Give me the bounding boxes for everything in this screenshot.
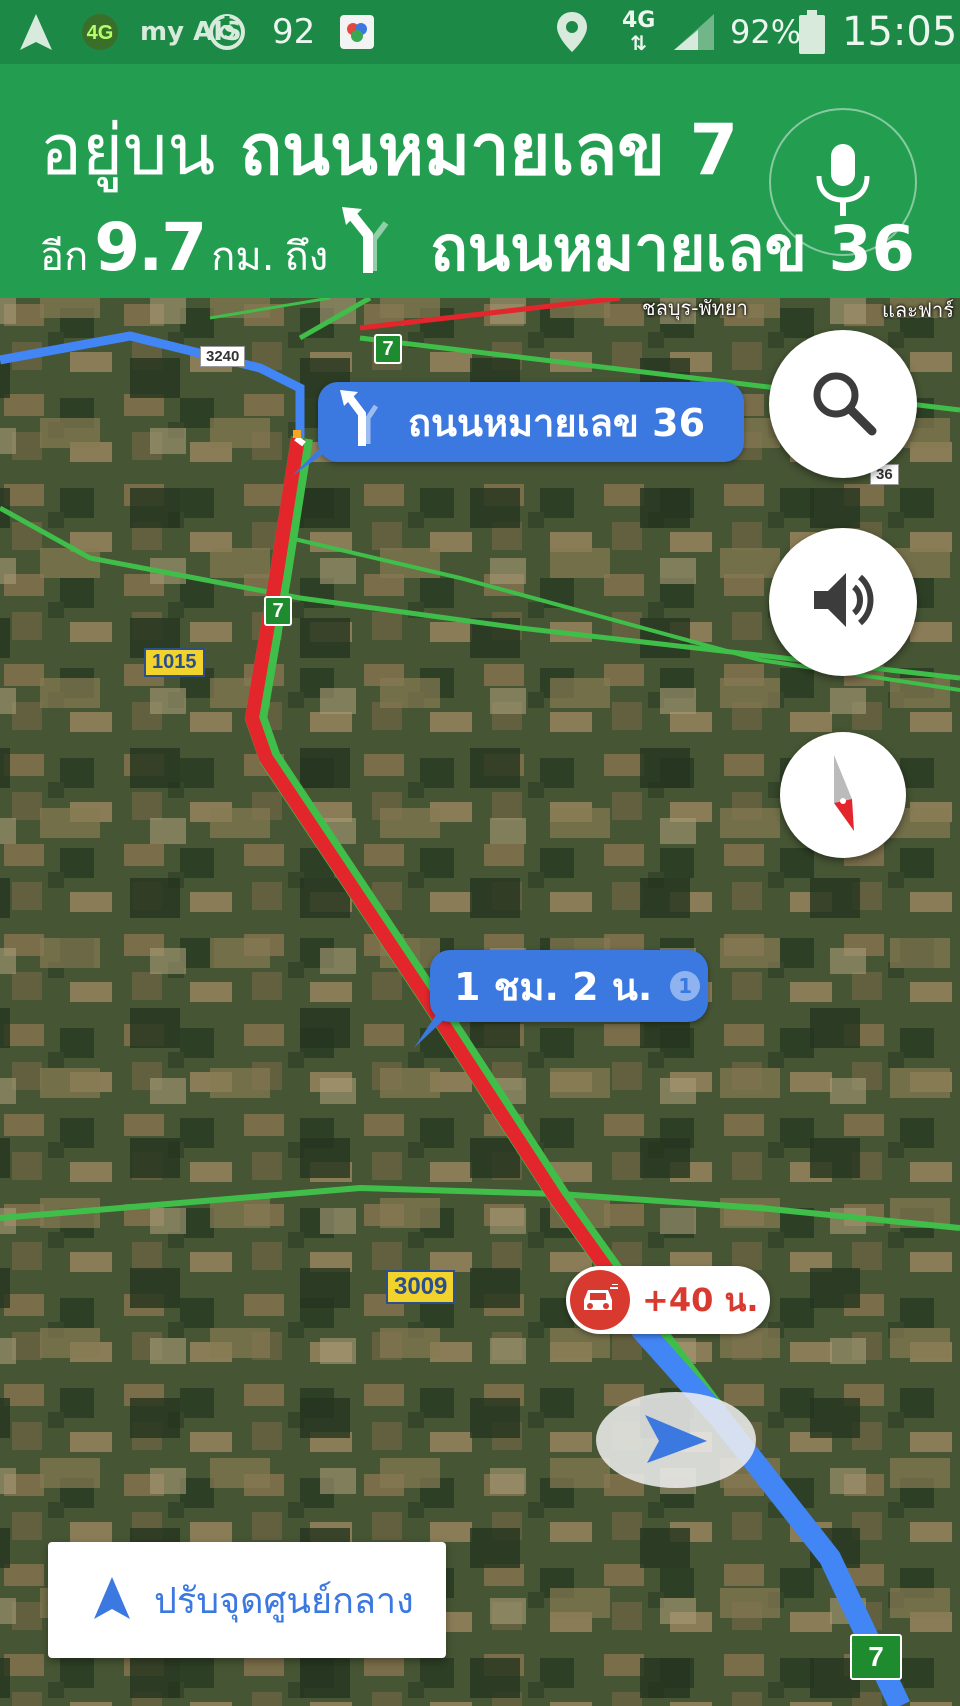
callout-pointer (414, 1012, 452, 1048)
speaker-icon (808, 565, 878, 639)
current-location-puck (596, 1392, 756, 1488)
eta-label: 1 ชม. 2 น. (454, 964, 653, 1009)
callout-pointer (292, 448, 332, 476)
battery-percent: 92% (730, 13, 802, 51)
current-road-name: ถนนหมายเลข 7 (239, 109, 739, 191)
search-button[interactable] (769, 330, 917, 478)
recenter-button[interactable]: ปรับจุดศูนย์กลาง (48, 1542, 446, 1658)
compass-button[interactable] (780, 732, 906, 858)
next-turn-callout[interactable]: ถนนหมายเลข 36 (318, 382, 744, 462)
distance-value: 9.7 (94, 209, 207, 286)
network-type: 4G ⇅ (622, 8, 656, 55)
navigation-arrow-icon (641, 1411, 711, 1469)
car-traffic-icon (570, 1270, 630, 1330)
turn-slight-left-icon (338, 388, 382, 457)
map-view[interactable]: ชลบุร-พัทยา และฟาร์ 3240 7 36 7 1015 300… (0, 298, 960, 1706)
place-label: ชลบุร-พัทยา (642, 298, 748, 320)
road-shield: 7 (850, 1634, 902, 1680)
traffic-delay-callout[interactable]: +40 น. (566, 1266, 770, 1334)
navigation-arrow-icon (92, 1575, 132, 1625)
road-shield: 3009 (386, 1270, 456, 1304)
compass-icon (818, 753, 868, 837)
road-shield: 1015 (144, 648, 205, 677)
signal-strength-icon (672, 0, 716, 64)
app-notification-icon (338, 0, 376, 64)
eta-info-badge: 1 (670, 971, 701, 1001)
delay-label: +40 น. (642, 1280, 759, 1319)
place-label: และฟาร์ (882, 298, 955, 322)
microphone-icon (813, 142, 873, 222)
status-bar: 4G my AIS 92 4G ⇅ 92% 15:05 (0, 0, 960, 64)
to-word: ถึง (284, 234, 329, 280)
road-shield: 7 (264, 596, 292, 626)
navigation-arrow-icon (18, 0, 54, 64)
voice-search-button[interactable] (769, 108, 917, 256)
network-type-text: 4G (622, 8, 656, 33)
battery-icon (798, 0, 826, 64)
route-eta-callout[interactable]: 1 ชม. 2 น. 1 (430, 950, 708, 1022)
location-pin-icon (554, 0, 590, 64)
navigation-header[interactable]: อยู่บน ถนนหมายเลข 7 อีก 9.7 กม. ถึง ถนนห… (0, 64, 960, 298)
current-road-line: อยู่บน ถนนหมายเลข 7 (40, 94, 738, 205)
turn-slight-left-icon (338, 205, 398, 275)
sound-button[interactable] (769, 528, 917, 676)
network-badge-icon: 4G (76, 0, 124, 64)
search-icon (808, 367, 878, 441)
data-usage-value: 92 (272, 12, 316, 52)
current-road-prefix: อยู่บน (40, 109, 216, 191)
road-shield: 3240 (200, 346, 246, 367)
road-shield: 7 (374, 334, 402, 364)
recenter-label: ปรับจุดศูนย์กลาง (154, 1580, 414, 1622)
turn-callout-label: ถนนหมายเลข 36 (408, 400, 706, 445)
distance-prefix: อีก (40, 234, 89, 280)
distance-unit: กม. (211, 234, 275, 280)
network-badge-text: 4G (87, 22, 114, 44)
clock: 15:05 (842, 9, 958, 55)
data-usage-icon (206, 0, 248, 64)
